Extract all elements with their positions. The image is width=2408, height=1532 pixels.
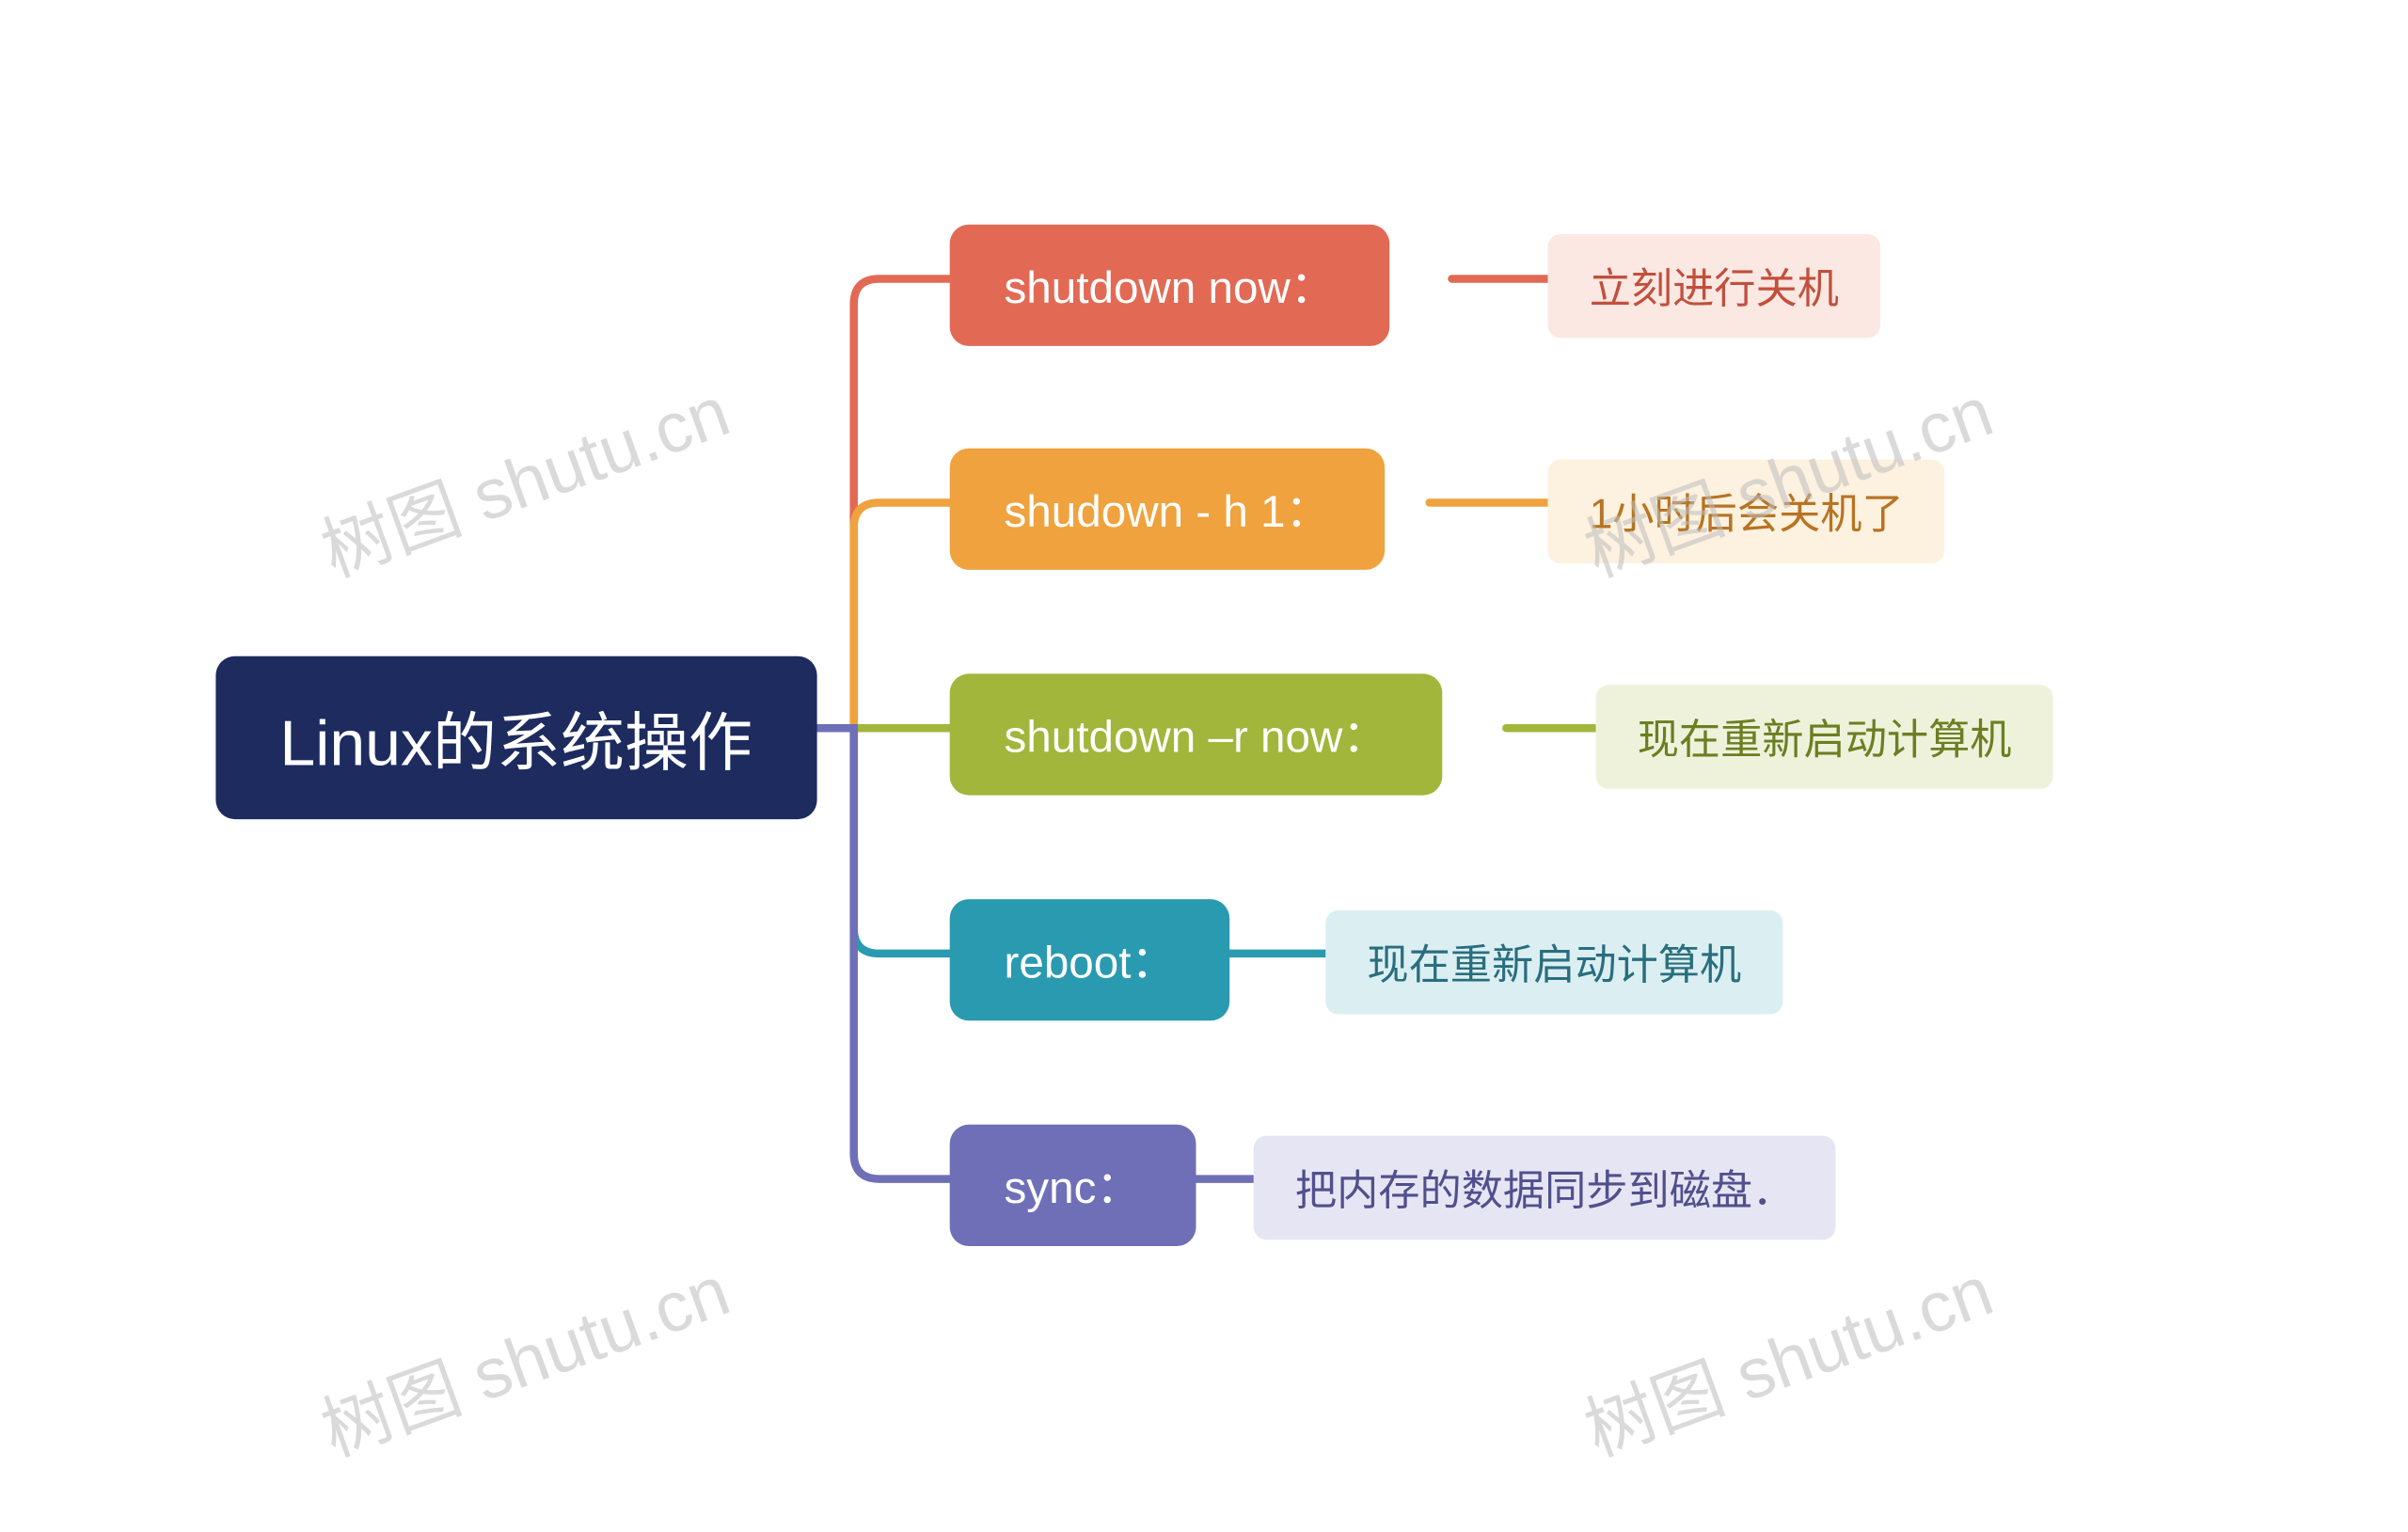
watermark: 树图 shutu.cn	[306, 354, 741, 595]
mindmap-canvas: Linux的系统操作 shutdown now： 立刻进行关机 shudown …	[39, 24, 2370, 1508]
leaf-sync[interactable]: 把内存的数据同步到磁盘．	[1254, 1135, 1836, 1240]
root-node[interactable]: Linux的系统操作	[215, 655, 816, 818]
branch-shutdown-r-now[interactable]: shutdown –r now：	[950, 673, 1442, 795]
leaf-shutdown-now[interactable]: 立刻进行关机	[1548, 233, 1881, 338]
branch-shutdown-now[interactable]: shutdown now：	[950, 224, 1390, 345]
watermark: 树图 shutu.cn	[1569, 1233, 2004, 1475]
branch-sync[interactable]: sync：	[950, 1124, 1196, 1245]
leaf-shutdown-r-now[interactable]: 现在重新启动计算机	[1596, 685, 2053, 789]
leaf-shutdown-h1[interactable]: 1小时后会关机了	[1548, 459, 1945, 563]
branch-shutdown-h1[interactable]: shudown - h 1：	[950, 448, 1385, 569]
leaf-reboot[interactable]: 现在重新启动计算机	[1325, 910, 1782, 1015]
watermark: 树图 shutu.cn	[306, 1233, 741, 1475]
branch-reboot[interactable]: reboot：	[950, 899, 1230, 1020]
